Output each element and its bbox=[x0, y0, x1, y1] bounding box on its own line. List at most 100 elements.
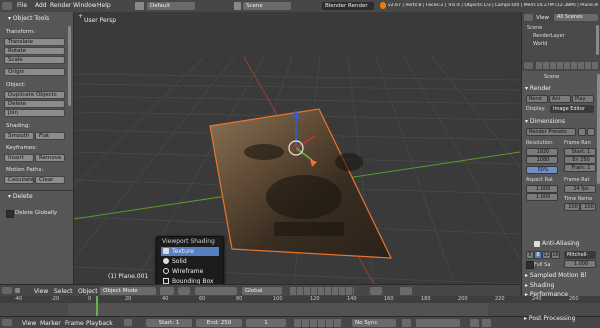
keying-set-field[interactable] bbox=[416, 319, 460, 327]
smooth-button[interactable]: Smooth bbox=[4, 132, 34, 140]
end-frame-field[interactable]: End: 250 bbox=[196, 319, 242, 327]
shading-solid-item[interactable]: Solid bbox=[161, 257, 219, 266]
menu-render[interactable]: Render bbox=[50, 2, 71, 9]
join-button[interactable]: Join bbox=[4, 109, 65, 117]
manipulator-toggle[interactable] bbox=[195, 287, 237, 295]
clear-button[interactable]: Clear bbox=[35, 176, 65, 184]
dimensions-panel-header[interactable]: ▾ Dimensions bbox=[525, 117, 565, 126]
duplicate-objects-button[interactable]: Duplicate Objects bbox=[4, 91, 65, 99]
outliner-menu-view[interactable]: View bbox=[536, 15, 549, 21]
insert-keyframe-button[interactable]: Insert bbox=[4, 154, 34, 162]
timeline[interactable]: -40 -20 0 20 40 60 80 100 120 140 160 180 200 220 240 2… bbox=[0, 296, 600, 316]
render-image-button[interactable]: Rend bbox=[526, 95, 548, 103]
shading-texture-item[interactable]: Texture bbox=[161, 247, 219, 256]
delete-globally-checkbox[interactable] bbox=[6, 210, 14, 218]
insert-key-icon[interactable] bbox=[470, 319, 479, 327]
flat-button[interactable]: Flat bbox=[35, 132, 65, 140]
resolution-y-field[interactable]: 1080 bbox=[526, 156, 558, 164]
menu-object[interactable]: Object bbox=[78, 288, 98, 295]
editor-type-icon[interactable] bbox=[2, 319, 12, 326]
outliner-display-selector[interactable]: All Scenes bbox=[554, 14, 598, 21]
timeline-menu-playback[interactable]: Playback bbox=[86, 320, 113, 327]
menu-select[interactable]: Select bbox=[54, 288, 73, 295]
current-frame-field[interactable]: 1 bbox=[246, 319, 286, 327]
remove-keyframe-button[interactable]: Remove bbox=[35, 154, 65, 162]
render-engine-selector[interactable]: Blender Render bbox=[322, 2, 374, 10]
resolution-x-field[interactable]: 1920 bbox=[526, 148, 558, 156]
render-preview-button[interactable] bbox=[400, 287, 412, 295]
menu-view[interactable]: View bbox=[34, 288, 48, 295]
aa-samples-11[interactable]: 11 bbox=[542, 251, 551, 259]
playback-controls[interactable] bbox=[294, 319, 342, 327]
scene-selector[interactable]: Scene bbox=[243, 2, 291, 10]
aa-size-field[interactable]: 1.000 bbox=[564, 260, 596, 268]
add-panel-icon[interactable]: + bbox=[78, 14, 83, 20]
aa-samples-8[interactable]: 8 bbox=[534, 251, 542, 259]
context-tabs[interactable] bbox=[536, 62, 598, 69]
play-animation-button[interactable]: Play bbox=[572, 95, 594, 103]
frame-step-field[interactable]: Fram: 1 bbox=[564, 164, 596, 172]
snap-button[interactable] bbox=[370, 287, 382, 295]
sampled-motion-blur-header[interactable]: ▸ Sampled Motion Bl bbox=[525, 271, 586, 280]
render-animation-button[interactable]: Ani bbox=[549, 95, 571, 103]
screen-layout-icon[interactable] bbox=[135, 2, 144, 10]
calculate-button[interactable]: Calculate bbox=[4, 176, 34, 184]
start-frame-field[interactable]: Start: 1 bbox=[146, 319, 192, 327]
sync-selector[interactable]: No Sync bbox=[352, 319, 396, 327]
scale-button[interactable]: Scale bbox=[4, 56, 65, 64]
editor-type-icon[interactable] bbox=[524, 14, 533, 21]
menu-window[interactable]: Window bbox=[73, 2, 97, 9]
pivot-point-button[interactable] bbox=[178, 287, 190, 295]
anti-aliasing-checkbox[interactable] bbox=[534, 241, 540, 247]
presets-add-button[interactable] bbox=[578, 128, 586, 136]
orientation-selector[interactable]: Global bbox=[242, 287, 282, 295]
render-presets-selector[interactable]: Render Presets bbox=[526, 128, 576, 136]
editor-type-icon[interactable] bbox=[524, 62, 533, 69]
fps-selector[interactable]: 24 fps bbox=[564, 185, 596, 193]
display-selector[interactable]: Image Editor bbox=[550, 105, 594, 113]
layout-selector[interactable]: Default bbox=[147, 2, 195, 10]
preview-range-toggle[interactable] bbox=[124, 319, 132, 326]
frame-end-field[interactable]: En 250 bbox=[564, 156, 596, 164]
frame-start-field[interactable]: Start: 1 bbox=[564, 148, 596, 156]
current-frame-line[interactable] bbox=[96, 296, 98, 316]
rotate-button[interactable]: Rotate bbox=[4, 47, 65, 55]
performance-panel-header[interactable]: ▸ Performance bbox=[525, 290, 568, 299]
aspect-y-field[interactable]: 1.000 bbox=[526, 193, 558, 201]
menu-file[interactable]: File bbox=[17, 2, 27, 9]
delete-button[interactable]: Delete bbox=[4, 100, 65, 108]
outliner-item-world[interactable]: World bbox=[533, 41, 547, 47]
timeline-menu-frame[interactable]: Frame bbox=[65, 320, 84, 327]
layer-buttons[interactable] bbox=[290, 287, 354, 295]
anti-aliasing-panel-header[interactable]: Anti-Aliasing bbox=[542, 239, 579, 248]
editor-type-icon[interactable] bbox=[2, 287, 12, 294]
presets-remove-button[interactable] bbox=[587, 128, 595, 136]
outliner-scrollbar[interactable] bbox=[596, 25, 599, 55]
shading-wireframe-item[interactable]: Wireframe bbox=[161, 267, 219, 276]
post-processing-panel-header[interactable]: ▸ Post Processing bbox=[524, 314, 575, 323]
shading-panel-header[interactable]: ▸ Shading bbox=[525, 281, 554, 290]
mode-selector[interactable]: Object Mode bbox=[100, 287, 156, 295]
menu-add[interactable]: Add bbox=[35, 2, 47, 9]
3d-viewport[interactable]: User Persp (1) Plane.001 + bbox=[74, 12, 520, 284]
render-panel-header[interactable]: ▾ Render bbox=[525, 84, 551, 93]
timeline-menu-view[interactable]: View bbox=[22, 320, 36, 327]
menu-help[interactable]: Help bbox=[97, 2, 111, 9]
translate-button[interactable]: Translate bbox=[4, 38, 65, 46]
remap-old-field[interactable]: 100 bbox=[564, 203, 580, 211]
remap-new-field[interactable]: 100 bbox=[580, 203, 596, 211]
full-sample-checkbox[interactable] bbox=[526, 261, 534, 269]
shading-mode-button[interactable] bbox=[160, 287, 174, 295]
outliner-item-renderlayer[interactable]: RenderLayer bbox=[533, 33, 565, 39]
origin-button[interactable]: Origin bbox=[4, 68, 65, 76]
auto-key-button[interactable] bbox=[402, 319, 411, 327]
tool-shelf-scrollbar[interactable] bbox=[68, 26, 71, 106]
timeline-menu-marker[interactable]: Marker bbox=[40, 320, 61, 327]
resolution-percentage-field[interactable]: 50% bbox=[526, 166, 558, 174]
outliner-item-scene[interactable]: Scene bbox=[527, 25, 542, 31]
aa-samples-5[interactable]: 5 bbox=[526, 251, 534, 259]
aa-samples-16[interactable]: 16 bbox=[551, 251, 560, 259]
object-tools-header[interactable]: ▾ Object Tools bbox=[0, 14, 74, 24]
editor-type-icon[interactable] bbox=[2, 2, 12, 10]
aspect-x-field[interactable]: 1.000 bbox=[526, 185, 558, 193]
